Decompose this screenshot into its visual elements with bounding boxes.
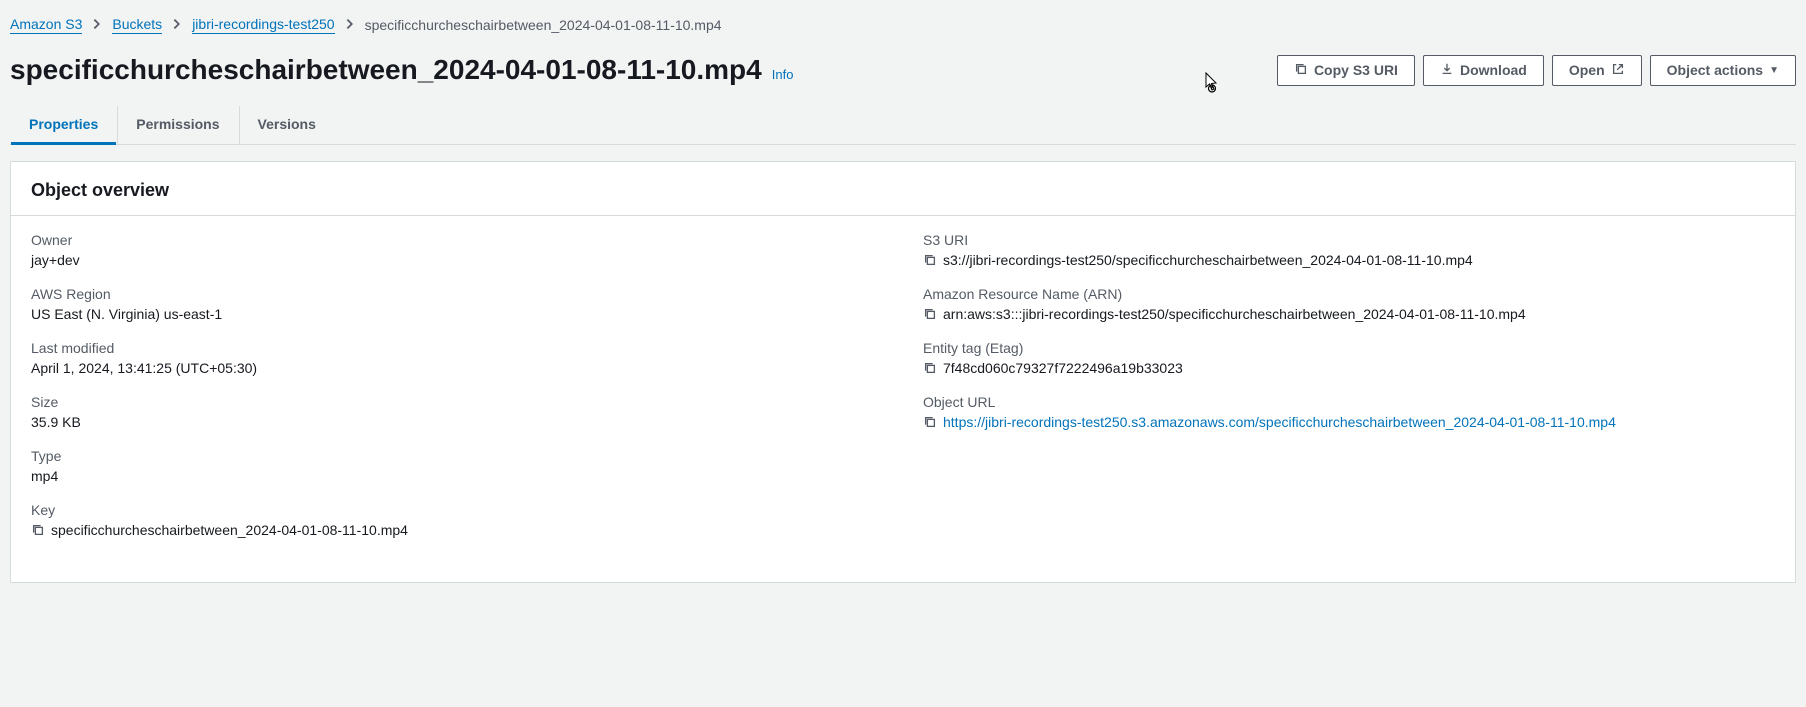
owner-value: jay+dev [31, 252, 883, 268]
chevron-right-icon [170, 17, 184, 34]
open-label: Open [1569, 62, 1605, 78]
tabs: Properties Permissions Versions [10, 106, 1796, 145]
key-value-row: specificchurcheschairbetween_2024-04-01-… [31, 522, 883, 538]
open-button[interactable]: Open [1552, 55, 1642, 86]
download-label: Download [1460, 62, 1527, 78]
chevron-right-icon [90, 17, 104, 34]
etag-value-row: 7f48cd060c79327f7222496a19b33023 [923, 360, 1775, 376]
type-value: mp4 [31, 468, 883, 484]
etag-label: Entity tag (Etag) [923, 340, 1775, 356]
panel-header: Object overview [11, 162, 1795, 216]
arn-field: Amazon Resource Name (ARN) arn:aws:s3:::… [923, 286, 1775, 322]
url-field: Object URL https://jibri-recordings-test… [923, 394, 1775, 430]
region-value: US East (N. Virginia) us-east-1 [31, 306, 883, 322]
copy-s3-uri-button[interactable]: Copy S3 URI [1277, 55, 1415, 86]
copy-icon[interactable] [31, 523, 45, 537]
copy-icon [1294, 62, 1308, 79]
copy-s3-uri-label: Copy S3 URI [1314, 62, 1398, 78]
object-actions-button[interactable]: Object actions ▼ [1650, 55, 1796, 86]
s3uri-value-row: s3://jibri-recordings-test250/specificch… [923, 252, 1775, 268]
breadcrumb: Amazon S3 Buckets jibri-recordings-test2… [10, 10, 1796, 46]
size-label: Size [31, 394, 883, 410]
arn-value-row: arn:aws:s3:::jibri-recordings-test250/sp… [923, 306, 1775, 322]
left-column: Owner jay+dev AWS Region US East (N. Vir… [31, 232, 883, 556]
type-label: Type [31, 448, 883, 464]
etag-field: Entity tag (Etag) 7f48cd060c79327f722249… [923, 340, 1775, 376]
etag-value: 7f48cd060c79327f7222496a19b33023 [943, 360, 1183, 376]
owner-field: Owner jay+dev [31, 232, 883, 268]
breadcrumb-bucket[interactable]: jibri-recordings-test250 [192, 16, 334, 34]
page-title: specificchurcheschairbetween_2024-04-01-… [10, 54, 762, 86]
caret-down-icon: ▼ [1769, 65, 1779, 76]
download-icon [1440, 62, 1454, 79]
breadcrumb-current: specificchurcheschairbetween_2024-04-01-… [365, 17, 722, 33]
modified-label: Last modified [31, 340, 883, 356]
chevron-right-icon [343, 17, 357, 34]
download-button[interactable]: Download [1423, 55, 1544, 86]
s3uri-field: S3 URI s3://jibri-recordings-test250/spe… [923, 232, 1775, 268]
region-field: AWS Region US East (N. Virginia) us-east… [31, 286, 883, 322]
key-field: Key specificchurcheschairbetween_2024-04… [31, 502, 883, 538]
external-link-icon [1611, 62, 1625, 79]
breadcrumb-buckets[interactable]: Buckets [112, 16, 162, 34]
tab-versions[interactable]: Versions [239, 106, 335, 144]
right-column: S3 URI s3://jibri-recordings-test250/spe… [923, 232, 1775, 556]
info-link[interactable]: Info [772, 67, 794, 82]
key-label: Key [31, 502, 883, 518]
page-title-wrap: specificchurcheschairbetween_2024-04-01-… [10, 54, 793, 86]
owner-label: Owner [31, 232, 883, 248]
url-value[interactable]: https://jibri-recordings-test250.s3.amaz… [943, 414, 1616, 430]
url-value-row: https://jibri-recordings-test250.s3.amaz… [923, 414, 1775, 430]
url-label: Object URL [923, 394, 1775, 410]
breadcrumb-root[interactable]: Amazon S3 [10, 16, 82, 34]
copy-icon[interactable] [923, 415, 937, 429]
arn-value: arn:aws:s3:::jibri-recordings-test250/sp… [943, 306, 1526, 322]
modified-field: Last modified April 1, 2024, 13:41:25 (U… [31, 340, 883, 376]
panel-title: Object overview [31, 180, 1775, 201]
action-bar: Copy S3 URI Download Open Object actions… [1277, 55, 1796, 86]
s3uri-value: s3://jibri-recordings-test250/specificch… [943, 252, 1473, 268]
object-overview-panel: Object overview Owner jay+dev AWS Region… [10, 161, 1796, 583]
tab-properties[interactable]: Properties [10, 106, 117, 144]
size-value: 35.9 KB [31, 414, 883, 430]
object-actions-label: Object actions [1667, 62, 1763, 78]
s3uri-label: S3 URI [923, 232, 1775, 248]
copy-icon[interactable] [923, 253, 937, 267]
panel-body: Owner jay+dev AWS Region US East (N. Vir… [11, 216, 1795, 582]
modified-value: April 1, 2024, 13:41:25 (UTC+05:30) [31, 360, 883, 376]
size-field: Size 35.9 KB [31, 394, 883, 430]
key-value: specificchurcheschairbetween_2024-04-01-… [51, 522, 408, 538]
tab-permissions[interactable]: Permissions [117, 106, 238, 144]
arn-label: Amazon Resource Name (ARN) [923, 286, 1775, 302]
copy-icon[interactable] [923, 361, 937, 375]
copy-icon[interactable] [923, 307, 937, 321]
region-label: AWS Region [31, 286, 883, 302]
page-header: specificchurcheschairbetween_2024-04-01-… [10, 46, 1796, 106]
type-field: Type mp4 [31, 448, 883, 484]
